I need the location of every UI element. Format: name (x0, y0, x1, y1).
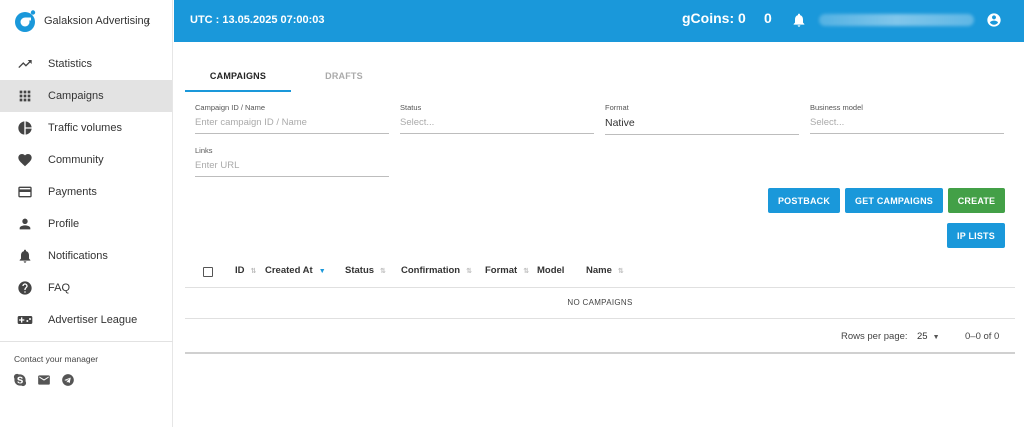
sidebar-item-label: Profile (48, 218, 80, 230)
status-select[interactable] (400, 112, 594, 134)
utc-clock: UTC : 13.05.2025 07:00:03 (190, 14, 325, 26)
campaigns-table-header: ID ⇅ Created At ▼ Status ⇅ Confirmation ⇅ Fo… (185, 256, 1015, 288)
column-header-status[interactable]: Status ⇅ (345, 265, 386, 276)
contact-icons (12, 372, 75, 387)
sort-arrows-icon: ⇅ (523, 268, 530, 275)
column-header-format[interactable]: Format ⇅ (485, 265, 529, 276)
trending-up-icon (16, 56, 33, 73)
sidebar-item-faq[interactable]: FAQ (0, 272, 172, 304)
sort-arrows-icon: ⇅ (250, 268, 257, 275)
column-label: ID (235, 265, 245, 276)
column-header-created-at[interactable]: Created At ▼ (265, 265, 326, 276)
format-filter-label: Format (605, 103, 629, 112)
create-button[interactable]: CREATE (948, 188, 1005, 213)
sidebar: Galaksion Advertising ‹ Statistics Campa… (0, 0, 173, 427)
caret-down-icon: ▼ (932, 334, 940, 341)
heart-icon (16, 152, 33, 169)
notifications-count: 0 (764, 10, 772, 26)
sidebar-item-traffic-volumes[interactable]: Traffic volumes (0, 112, 172, 144)
sidebar-item-campaigns[interactable]: Campaigns (0, 80, 172, 112)
campaign-search-input[interactable] (195, 112, 389, 134)
format-filter: Format (605, 103, 799, 135)
empty-table-message: NO CAMPAIGNS (185, 289, 1015, 319)
credit-card-icon (16, 184, 33, 201)
column-label: Status (345, 265, 375, 276)
sidebar-item-statistics[interactable]: Statistics (0, 48, 172, 80)
sidebar-item-label: Community (48, 154, 104, 166)
sidebar-item-label: Advertiser League (48, 314, 138, 326)
column-label: Model (537, 265, 565, 276)
chevron-left-icon[interactable]: ‹ (146, 13, 151, 27)
status-filter: Status (400, 103, 594, 134)
get-campaigns-button[interactable]: GET CAMPAIGNS (845, 188, 943, 213)
links-url-input[interactable] (195, 155, 389, 177)
status-filter-label: Status (400, 103, 422, 112)
business-model-select[interactable] (810, 112, 1004, 134)
format-select[interactable] (605, 112, 799, 135)
rows-per-page-value: 25 (917, 331, 928, 342)
column-label: Name (586, 265, 612, 276)
column-label: Created At (265, 265, 313, 276)
pie-chart-icon (16, 120, 33, 137)
sort-desc-icon: ▼ (318, 268, 326, 275)
gcoins-balance: gCoins: 0 (682, 10, 746, 26)
sidebar-item-label: Traffic volumes (48, 122, 122, 134)
sidebar-item-payments[interactable]: Payments (0, 176, 172, 208)
sidebar-item-profile[interactable]: Profile (0, 208, 172, 240)
campaign-tabs: CAMPAIGNS DRAFTS (185, 62, 397, 92)
table-pagination: Rows per page: 25 ▼ 0–0 of 0 (185, 320, 1015, 354)
column-header-model[interactable]: Model (537, 265, 564, 276)
rows-per-page-label: Rows per page: (841, 331, 908, 342)
email-icon[interactable] (36, 372, 51, 387)
ip-lists-button[interactable]: IP LISTS (947, 223, 1005, 248)
column-header-confirmation[interactable]: Confirmation ⇅ (401, 265, 472, 276)
bell-icon[interactable] (791, 12, 807, 28)
sidebar-item-label: Campaigns (48, 90, 104, 102)
sort-arrows-icon: ⇅ (617, 268, 624, 275)
sidebar-item-community[interactable]: Community (0, 144, 172, 176)
campaign-filter-label: Campaign ID / Name (195, 103, 266, 112)
bell-icon (16, 248, 33, 265)
gamepad-icon (16, 312, 33, 329)
sidebar-item-label: Notifications (48, 250, 108, 262)
sidebar-item-label: FAQ (48, 282, 71, 294)
business-model-filter-label: Business model (810, 103, 863, 112)
sidebar-nav: Statistics Campaigns Traffic volumes Com… (0, 48, 172, 336)
skype-icon[interactable] (12, 372, 27, 387)
column-label: Format (485, 265, 518, 276)
contact-title: Contact your manager (14, 354, 99, 364)
tab-campaigns[interactable]: CAMPAIGNS (185, 62, 291, 92)
sort-arrows-icon: ⇅ (466, 268, 472, 275)
telegram-icon[interactable] (60, 372, 75, 387)
brand-name: Galaksion Advertising (44, 15, 150, 27)
account-email-redacted (819, 14, 974, 26)
tab-drafts[interactable]: DRAFTS (291, 62, 397, 92)
galaksion-logo-icon (15, 10, 36, 32)
business-model-filter: Business model (810, 103, 1004, 134)
postback-button[interactable]: POSTBACK (768, 188, 840, 213)
links-filter: Links (195, 146, 389, 177)
account-circle-icon[interactable] (986, 12, 1002, 28)
campaign-filter: Campaign ID / Name (195, 103, 389, 134)
select-all-checkbox[interactable] (203, 267, 213, 277)
rows-per-page-select[interactable]: 25 ▼ (917, 331, 940, 342)
person-icon (16, 216, 33, 233)
pagination-range: 0–0 of 0 (965, 331, 1000, 342)
sort-arrows-icon: ⇅ (380, 268, 386, 275)
column-header-name[interactable]: Name ⇅ (586, 265, 624, 276)
grid-icon (16, 88, 33, 105)
sidebar-item-notifications[interactable]: Notifications (0, 240, 172, 272)
column-header-id[interactable]: ID ⇅ (235, 265, 256, 276)
column-label: Confirmation (401, 265, 461, 276)
help-icon (16, 280, 33, 297)
top-bar: UTC : 13.05.2025 07:00:03 gCoins: 0 0 (174, 0, 1024, 42)
sidebar-item-label: Statistics (48, 58, 93, 70)
sidebar-item-label: Payments (48, 186, 97, 198)
links-filter-label: Links (195, 146, 213, 155)
sidebar-divider (0, 341, 173, 342)
sidebar-item-advertiser-league[interactable]: Advertiser League (0, 304, 172, 336)
